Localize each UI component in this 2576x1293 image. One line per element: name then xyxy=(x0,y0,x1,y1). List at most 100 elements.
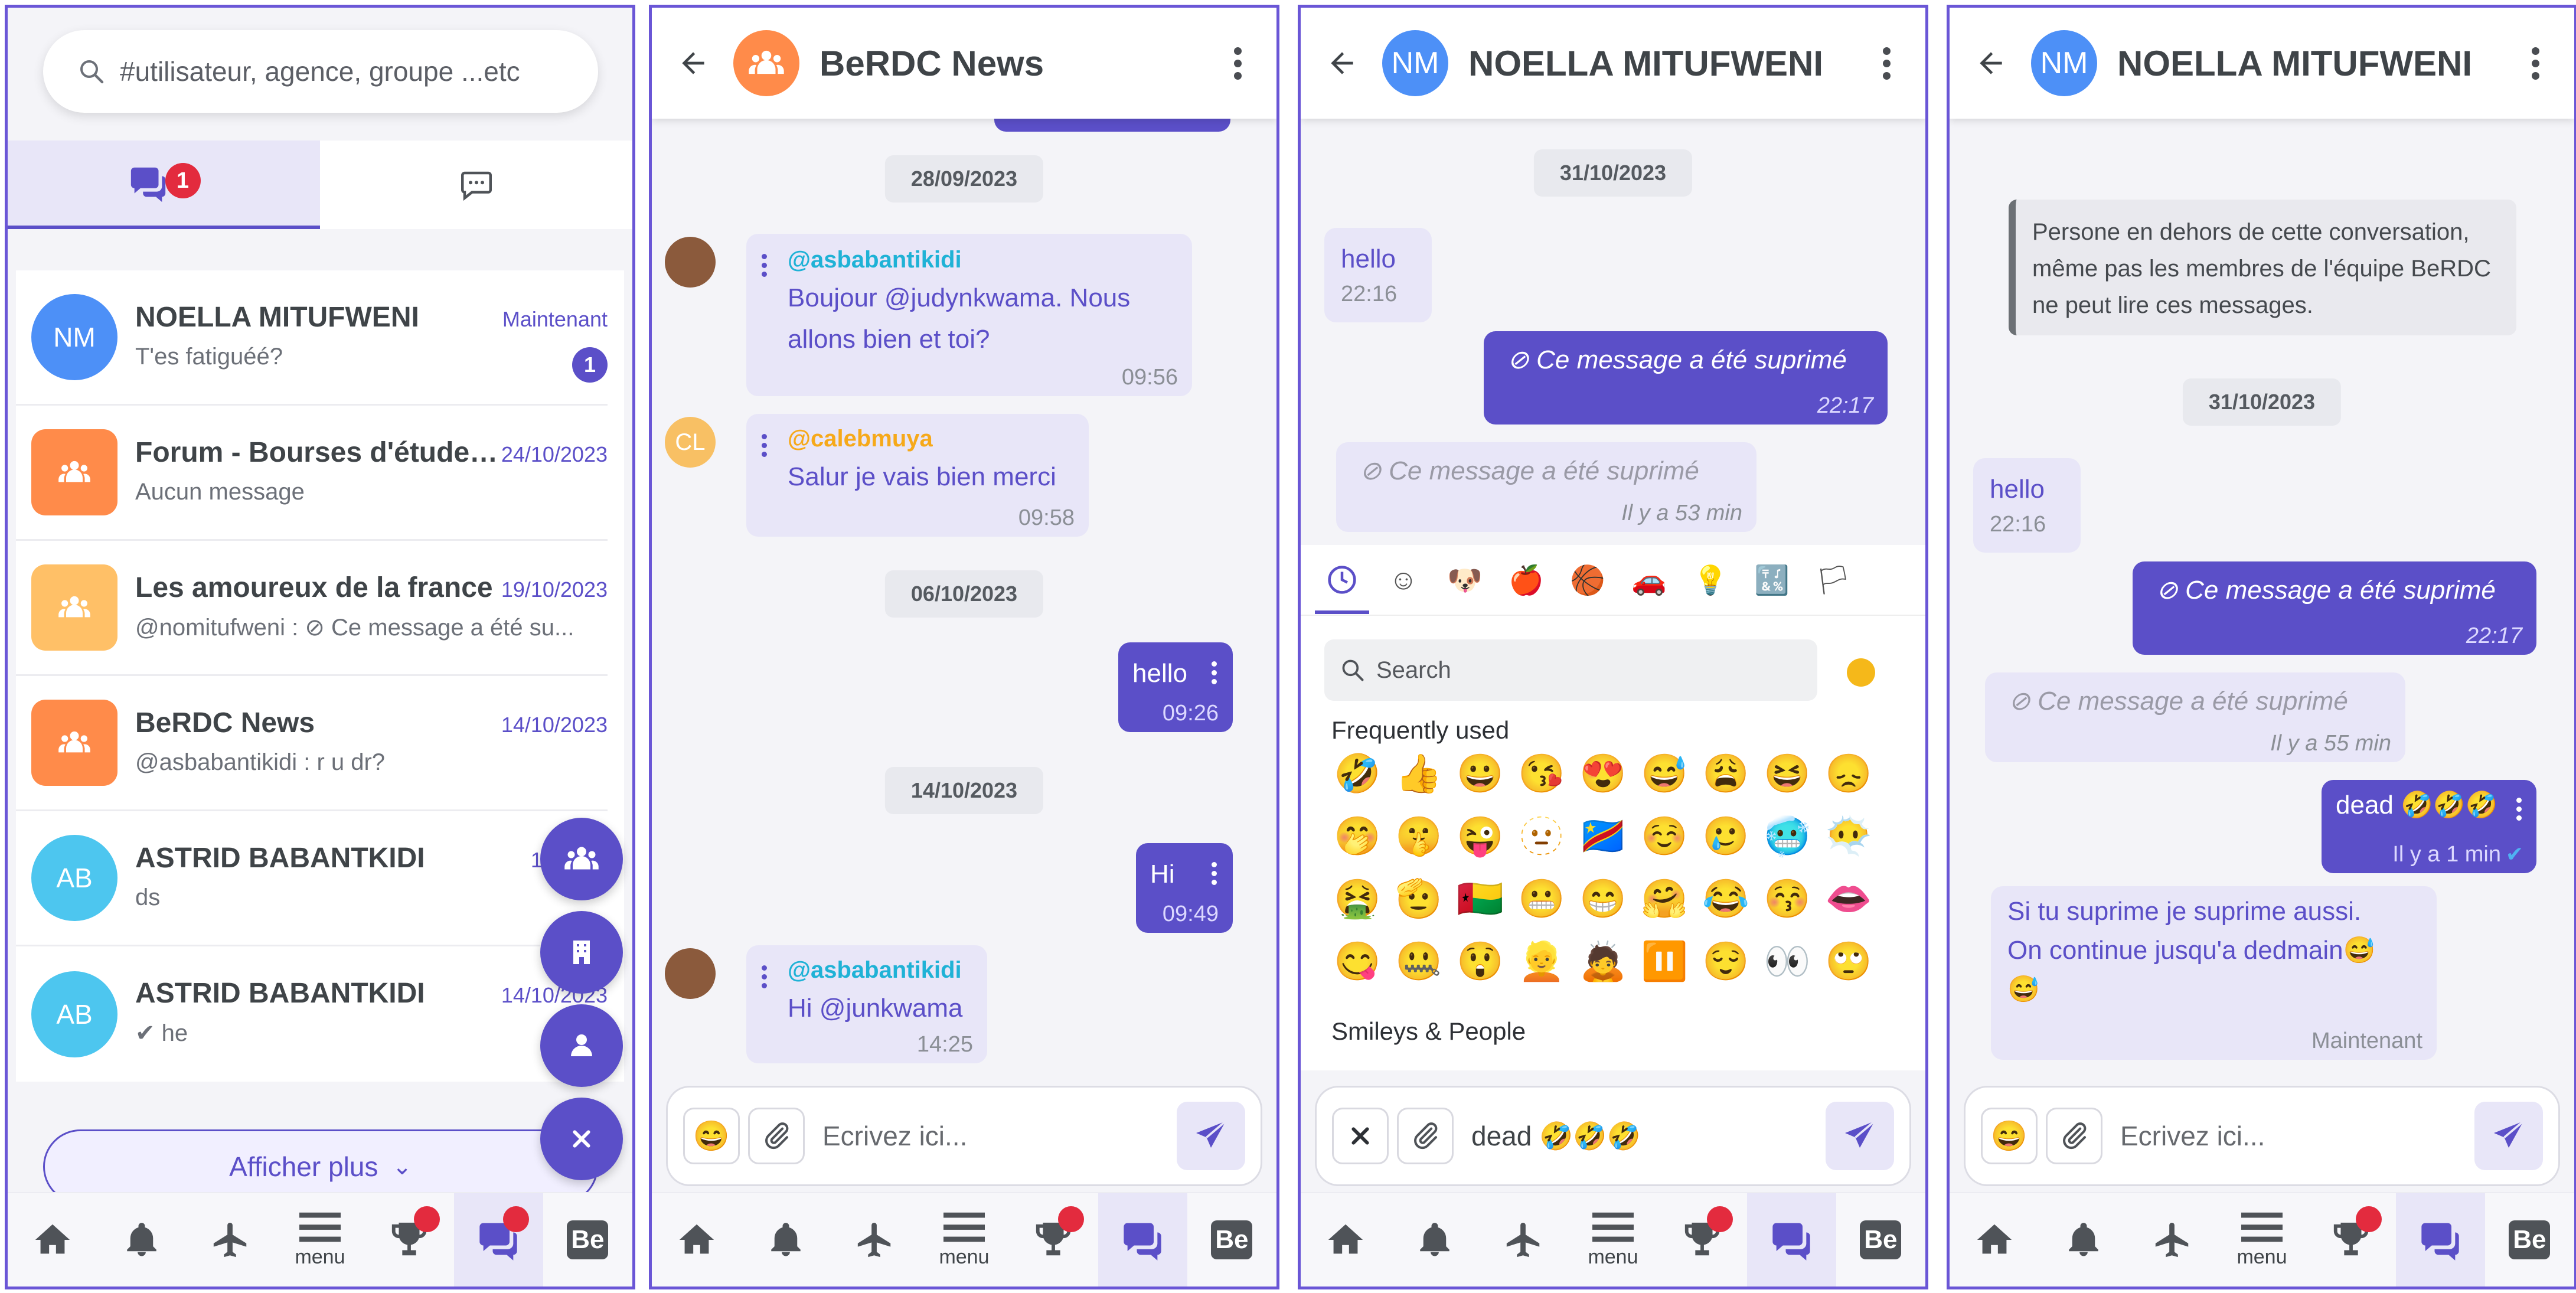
message-bubble[interactable]: @calebmuya Salur je vais bien merci 09:5… xyxy=(746,414,1089,537)
emoji[interactable]: 👀 xyxy=(1756,939,1818,983)
nav-travel[interactable] xyxy=(830,1193,919,1287)
emoji[interactable]: ⏸️ xyxy=(1634,939,1695,983)
deleted-message-bubble[interactable]: ⊘ Ce message a été suprimé 22:17 xyxy=(2133,561,2536,655)
attach-button[interactable] xyxy=(1397,1108,1454,1164)
conversation-item[interactable]: Forum - Bourses d'études... Aucun messag… xyxy=(16,406,608,541)
message-input[interactable] xyxy=(2120,1120,2474,1152)
emoji[interactable]: 😆 xyxy=(1756,752,1818,795)
message-bubble[interactable]: @asbabantikidi Boujour @judynkwama. Nous… xyxy=(746,234,1192,396)
nav-be[interactable]: Be xyxy=(1836,1193,1925,1287)
nav-home[interactable] xyxy=(1950,1193,2039,1287)
emoji[interactable]: 🇨🇩 xyxy=(1572,814,1634,858)
nav-travel[interactable] xyxy=(1479,1193,1568,1287)
emoji[interactable]: 🤗 xyxy=(1634,877,1695,920)
emoji[interactable]: 🥲 xyxy=(1695,814,1756,858)
new-group-fab[interactable] xyxy=(540,818,623,900)
nav-menu[interactable]: menu xyxy=(275,1193,364,1287)
search-bar[interactable]: #utilisateur, agence, groupe ...etc xyxy=(43,30,598,113)
message-bubble[interactable]: @asbabantikidi Hi @junkwama 14:25 xyxy=(746,945,987,1063)
emoji[interactable]: 😲 xyxy=(1449,939,1511,983)
emoji[interactable]: 🇬🇼 xyxy=(1449,877,1511,920)
skin-tone-selector[interactable] xyxy=(1847,658,1875,687)
emoji[interactable]: 😩 xyxy=(1695,752,1756,795)
emoji[interactable]: 😋 xyxy=(1327,939,1388,983)
activity-category-icon[interactable]: 🏀 xyxy=(1570,562,1605,597)
nav-menu[interactable]: menu xyxy=(2217,1193,2306,1287)
emoji[interactable]: 🫡 xyxy=(1388,877,1449,920)
nav-trophy[interactable] xyxy=(1658,1193,1747,1287)
conversation-item[interactable]: Les amoureux de la france @nomitufweni :… xyxy=(16,541,608,676)
nav-be[interactable]: Be xyxy=(1187,1193,1276,1287)
emoji-search-input[interactable]: Search xyxy=(1324,639,1817,701)
nav-chat[interactable] xyxy=(1098,1193,1187,1287)
conversation-item[interactable]: AB ASTRID BABANTKIDI ✔ he 14/10/2023 xyxy=(16,946,608,1082)
nav-chat[interactable] xyxy=(453,1193,543,1287)
emoji[interactable]: 😚 xyxy=(1756,877,1818,920)
emoji[interactable]: 🙇 xyxy=(1572,939,1634,983)
nav-chat[interactable] xyxy=(2395,1193,2485,1287)
deleted-message-bubble[interactable]: ⊘ Ce message a été suprimé Il y a 53 min xyxy=(1336,442,1756,532)
emoji[interactable]: ☺️ xyxy=(1634,814,1695,858)
nav-be[interactable]: Be xyxy=(543,1193,632,1287)
emoji[interactable]: 😅 xyxy=(1634,752,1695,795)
emoji[interactable]: 🤮 xyxy=(1327,877,1388,920)
more-options-button[interactable] xyxy=(1226,40,1249,87)
emoji[interactable]: 👱 xyxy=(1511,939,1572,983)
flags-category-icon[interactable]: 🏳 xyxy=(1816,562,1852,597)
nav-home[interactable] xyxy=(8,1193,97,1287)
emoji[interactable]: 😍 xyxy=(1572,752,1634,795)
smileys-category-icon[interactable]: ☺ xyxy=(1386,562,1421,597)
nav-chat[interactable] xyxy=(1746,1193,1836,1287)
attach-button[interactable] xyxy=(748,1108,805,1164)
message-input[interactable] xyxy=(822,1120,1177,1152)
back-button[interactable] xyxy=(675,45,711,81)
nav-menu[interactable]: menu xyxy=(919,1193,1008,1287)
close-emoji-button[interactable] xyxy=(1332,1108,1389,1164)
nav-travel[interactable] xyxy=(186,1193,275,1287)
emoji[interactable]: 😘 xyxy=(1511,752,1572,795)
animals-category-icon[interactable]: 🐶 xyxy=(1447,562,1483,597)
emoji[interactable]: 😞 xyxy=(1818,752,1879,795)
travel-category-icon[interactable]: 🚗 xyxy=(1631,562,1667,597)
emoji[interactable]: 🫥 xyxy=(1511,814,1572,858)
nav-trophy[interactable] xyxy=(365,1193,454,1287)
nav-be[interactable]: Be xyxy=(2485,1193,2574,1287)
new-agency-fab[interactable] xyxy=(540,911,623,994)
message-input[interactable] xyxy=(1471,1120,1826,1152)
tab-messages[interactable] xyxy=(320,141,632,229)
attach-button[interactable] xyxy=(2046,1108,2102,1164)
emoji-button[interactable]: 😄 xyxy=(683,1108,740,1164)
conversation-item[interactable]: AB ASTRID BABANTKIDI ds 14/1 xyxy=(16,811,608,946)
message-bubble[interactable]: Hi 09:49 xyxy=(1136,843,1233,933)
emoji[interactable]: 🙄 xyxy=(1818,939,1879,983)
message-bubble[interactable]: hello 22:16 xyxy=(1324,228,1432,322)
recent-category-icon[interactable] xyxy=(1315,562,1369,614)
close-fab[interactable] xyxy=(540,1098,623,1180)
back-button[interactable] xyxy=(1973,45,2009,81)
more-options-button[interactable] xyxy=(2523,40,2547,87)
emoji[interactable]: 😬 xyxy=(1511,877,1572,920)
objects-category-icon[interactable]: 💡 xyxy=(1693,562,1728,597)
conversation-item[interactable]: NM NOELLA MITUFWENI T'es fatiguéé? Maint… xyxy=(16,270,608,406)
send-button[interactable] xyxy=(1177,1102,1245,1170)
emoji[interactable]: 👍 xyxy=(1388,752,1449,795)
emoji[interactable]: 🤭 xyxy=(1327,814,1388,858)
deleted-message-bubble[interactable]: ⊘ Ce message a été suprimé 22:17 xyxy=(1484,331,1888,425)
emoji[interactable]: 👄 xyxy=(1818,877,1879,920)
more-options-button[interactable] xyxy=(1875,40,1898,87)
nav-notifications[interactable] xyxy=(2039,1193,2128,1287)
message-bubble[interactable]: hello 22:16 xyxy=(1973,458,2081,553)
emoji[interactable]: 😂 xyxy=(1695,877,1756,920)
emoji[interactable]: 🤣 xyxy=(1327,752,1388,795)
emoji[interactable]: 🤐 xyxy=(1388,939,1449,983)
nav-notifications[interactable] xyxy=(97,1193,186,1287)
symbols-category-icon[interactable]: 🔣 xyxy=(1754,562,1790,597)
deleted-message-bubble[interactable]: ⊘ Ce message a été suprimé Il y a 55 min xyxy=(1985,672,2405,762)
emoji[interactable]: 😶‍🌫️ xyxy=(1818,814,1879,858)
nav-travel[interactable] xyxy=(2128,1193,2217,1287)
emoji[interactable]: 😜 xyxy=(1449,814,1511,858)
nav-home[interactable] xyxy=(652,1193,741,1287)
send-button[interactable] xyxy=(2474,1102,2543,1170)
nav-notifications[interactable] xyxy=(1390,1193,1479,1287)
tab-conversations[interactable]: 1 xyxy=(8,141,320,229)
